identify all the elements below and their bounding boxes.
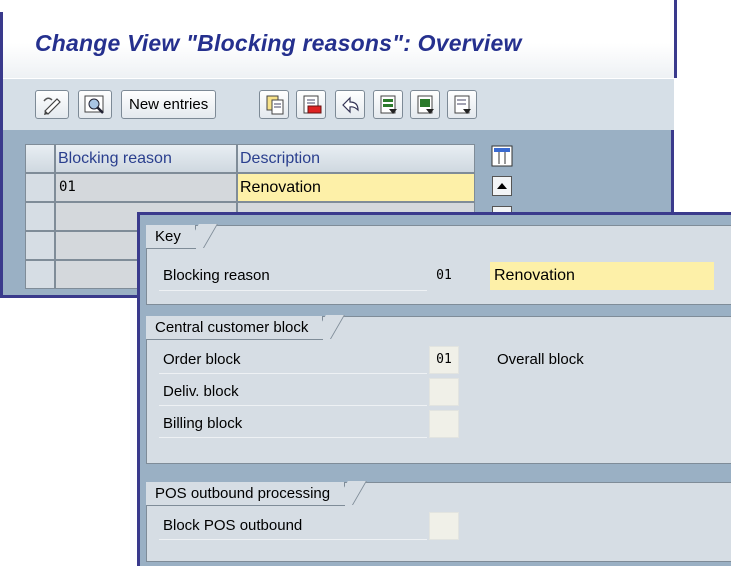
display-icon	[84, 95, 104, 114]
page-title: Change View "Blocking reasons": Overview	[35, 30, 522, 56]
billing-block-field[interactable]	[429, 410, 459, 438]
row-selector[interactable]	[25, 202, 55, 231]
deselect-icon	[454, 95, 471, 114]
undo-change-button[interactable]	[335, 90, 365, 119]
blocking-reason-description[interactable]: Renovation	[490, 262, 714, 290]
details-window: Key Blocking reason 01 Renovation Centra…	[137, 212, 731, 566]
billing-block-label: Billing block	[163, 415, 243, 432]
pos-group-title: POS outbound processing	[146, 482, 346, 506]
order-block-label: Order block	[163, 351, 241, 368]
label-underline	[159, 290, 427, 291]
deselect-all-button[interactable]	[447, 90, 477, 119]
block-pos-outbound-field[interactable]	[429, 512, 459, 540]
select-all-button[interactable]	[373, 90, 403, 119]
select-all-icon	[380, 95, 397, 114]
select-all-rows-cell[interactable]	[25, 144, 55, 173]
central-customer-block-group: Central customer block Order block 01 Ov…	[146, 316, 731, 464]
label-underline	[159, 373, 427, 374]
select-block-icon	[417, 95, 434, 114]
key-group: Key Blocking reason 01 Renovation	[146, 225, 731, 305]
new-entries-button[interactable]: New entries	[121, 90, 217, 119]
copy-icon	[266, 95, 284, 115]
deliv-block-field[interactable]	[429, 378, 459, 406]
label-underline	[159, 405, 427, 406]
order-block-field[interactable]: 01	[429, 346, 459, 374]
deliv-block-label: Deliv. block	[163, 383, 239, 400]
column-header-description[interactable]: Description	[237, 144, 475, 173]
blocking-reason-code: 01	[429, 262, 459, 290]
scroll-up-icon	[497, 183, 507, 189]
delete-icon	[303, 95, 322, 114]
label-underline	[159, 539, 427, 540]
column-header-blocking-reason[interactable]: Blocking reason	[55, 144, 237, 173]
edit-button[interactable]	[35, 90, 69, 119]
blocking-reason-label: Blocking reason	[163, 267, 270, 284]
block-pos-outbound-label: Block POS outbound	[163, 517, 303, 534]
central-block-group-title: Central customer block	[146, 316, 324, 340]
label-underline	[159, 437, 427, 438]
row-selector[interactable]	[25, 260, 55, 289]
row-selector[interactable]	[25, 173, 55, 202]
delete-button[interactable]	[296, 90, 326, 119]
order-block-text: Overall block	[497, 351, 584, 368]
select-block-button[interactable]	[410, 90, 440, 119]
display-button[interactable]	[78, 90, 112, 119]
edit-pencil-icon	[43, 97, 61, 115]
toolbar: New entries	[3, 78, 674, 130]
key-group-title: Key	[146, 225, 196, 249]
scroll-up-button[interactable]	[492, 176, 512, 196]
copy-as-button[interactable]	[259, 90, 289, 119]
pos-outbound-group: POS outbound processing Block POS outbou…	[146, 482, 731, 562]
table-settings-icon[interactable]	[491, 145, 513, 167]
row-selector[interactable]	[25, 231, 55, 260]
undo-icon	[342, 96, 359, 114]
title-bar: Change View "Blocking reasons": Overview	[3, 0, 677, 78]
cell-description[interactable]: Renovation	[237, 173, 475, 202]
cell-blocking-reason[interactable]: 01	[55, 173, 237, 202]
